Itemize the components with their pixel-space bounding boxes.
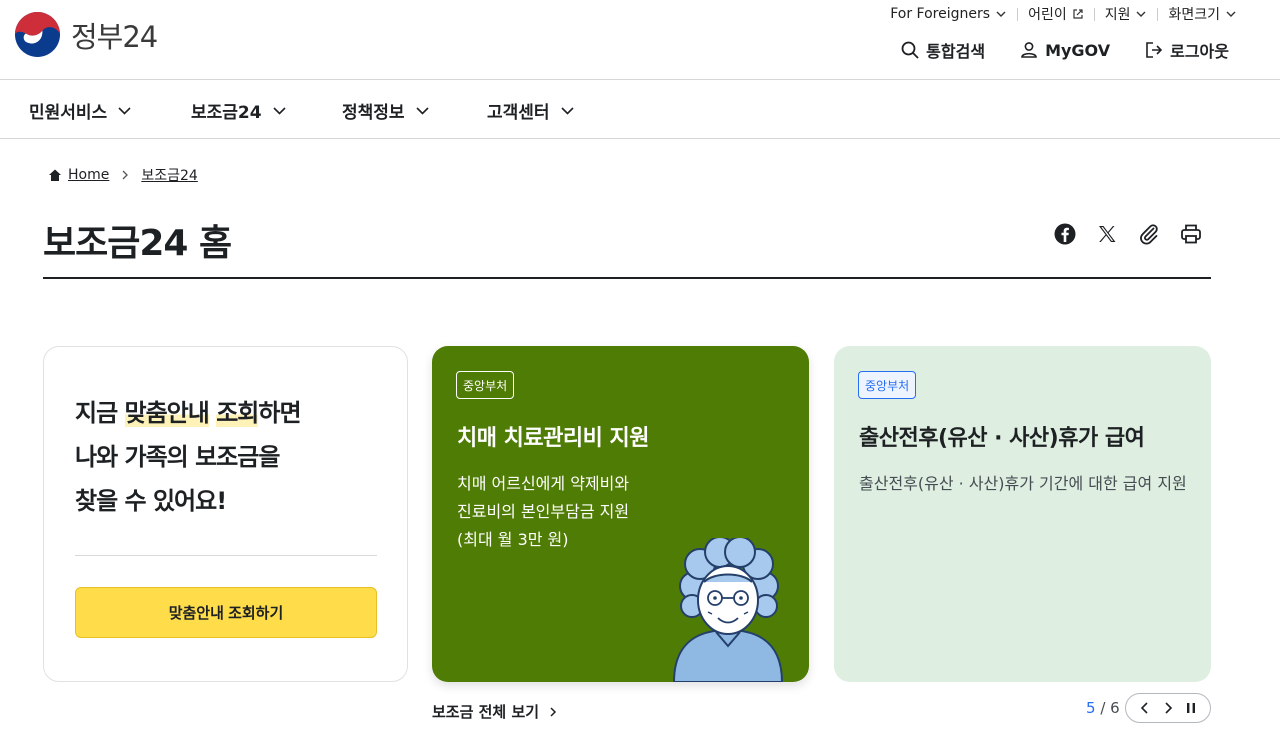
view-all-label: 보조금 전체 보기 (432, 703, 540, 721)
support-label: 지원 (1104, 7, 1131, 23)
chevron-down-icon (560, 107, 574, 115)
slide-controls (1125, 693, 1211, 723)
page-title: 보조금24 홈 (43, 223, 232, 264)
mygov-label: MyGOV (1045, 40, 1111, 60)
slide-total: / 6 (1100, 699, 1120, 717)
font-size-label: 화면크기 (1168, 7, 1220, 23)
support-menu[interactable]: 지원 (1105, 4, 1148, 24)
facebook-icon[interactable] (1053, 222, 1077, 246)
card-description-line: (최대 월 3만 원) (457, 530, 569, 549)
chevron-down-icon (1226, 11, 1236, 17)
card-description: 치매 어르신에게 약제비와 진료비의 본인부담금 지원 (최대 월 3만 원) (457, 470, 629, 554)
elderly-woman-illustration (672, 538, 784, 682)
slide-counter: 5 / 6 (1086, 699, 1120, 717)
nav-item-policy-info[interactable]: 정책정보 (342, 98, 430, 123)
next-slide-button[interactable] (1159, 699, 1177, 717)
slide-current: 5 (1086, 699, 1096, 717)
header-actions: 통합검색 MyGOV 로그아웃 (900, 38, 1229, 62)
nav-item-subsidy24[interactable]: 보조금24 (191, 98, 287, 123)
logout-icon (1146, 42, 1163, 58)
chevron-down-icon (415, 107, 429, 115)
divider (1157, 7, 1159, 21)
highlight-text: 맞춤안내 (124, 399, 210, 427)
card-description: 출산전후(유산 · 사산)휴가 기간에 대한 급여 지원 (859, 474, 1187, 493)
integrated-search-button[interactable]: 통합검색 (900, 38, 985, 62)
chevron-right-icon (1165, 702, 1173, 714)
divider (1017, 7, 1019, 21)
nav-item-customer-center[interactable]: 고객센터 (487, 98, 575, 123)
lead-text: 나와 가족의 보조금을 (75, 443, 280, 471)
share-tools (1053, 222, 1203, 246)
subsidy-card-maternity-leave[interactable]: 중앙부처 출산전후(유산 · 사산)휴가 급여 출산전후(유산 · 사산)휴가 … (834, 346, 1211, 682)
title-divider (43, 277, 1211, 279)
chevron-down-icon (118, 107, 131, 115)
divider (1093, 7, 1095, 21)
card-description-line: 치매 어르신에게 약제비와 (457, 474, 630, 493)
pause-icon (1186, 703, 1195, 713)
custom-guide-button[interactable]: 맞춤안내 조회하기 (75, 587, 377, 638)
chevron-right-icon (122, 170, 129, 180)
lead-text: 찾을 수 있어요! (75, 487, 227, 515)
government-emblem-icon (14, 11, 61, 58)
site-logo[interactable]: 정부24 (14, 11, 158, 58)
prev-slide-button[interactable] (1136, 699, 1154, 717)
nav-item-label: 보조금24 (191, 103, 262, 123)
chevron-down-icon (996, 11, 1006, 17)
logout-button[interactable]: 로그아웃 (1144, 38, 1229, 62)
breadcrumb-home-link[interactable]: Home (68, 167, 109, 183)
kids-link[interactable]: 어린이 (1028, 4, 1084, 24)
external-link-icon (1073, 9, 1083, 19)
highlight-text: 조회 (216, 399, 259, 427)
divider (75, 555, 377, 556)
link-icon[interactable] (1137, 222, 1161, 246)
view-all-subsidies-link[interactable]: 보조금 전체 보기 (432, 701, 559, 722)
pause-slide-button[interactable] (1182, 699, 1200, 717)
breadcrumb-current-link[interactable]: 보조금24 (141, 165, 197, 185)
chevron-down-icon (273, 107, 286, 115)
user-icon (1021, 42, 1037, 58)
font-size-menu[interactable]: 화면크기 (1168, 4, 1237, 24)
site-header: 정부24 For Foreigners 어린이 지원 화면크기 통합검색 MyG… (0, 0, 1280, 80)
lead-text: 하면 (258, 399, 301, 427)
custom-guide-message: 지금 맞춤안내 조회하면 나와 가족의 보조금을 찾을 수 있어요! (75, 391, 302, 523)
category-badge: 중앙부처 (456, 371, 515, 399)
utility-menu: For Foreigners 어린이 지원 화면크기 (890, 4, 1237, 24)
kids-label: 어린이 (1028, 7, 1067, 23)
nav-item-label: 고객센터 (487, 103, 550, 123)
lead-text: 지금 (75, 399, 125, 427)
x-icon[interactable] (1095, 222, 1119, 246)
nav-item-civil-service[interactable]: 민원서비스 (29, 98, 132, 123)
card-description-line: 진료비의 본인부담금 지원 (457, 502, 630, 521)
custom-guide-card: 지금 맞춤안내 조회하면 나와 가족의 보조금을 찾을 수 있어요! 맞춤안내 … (43, 346, 408, 682)
nav-item-label: 민원서비스 (29, 103, 108, 123)
breadcrumb: Home 보조금24 (48, 165, 198, 185)
nav-item-label: 정책정보 (342, 103, 405, 123)
subsidy-card-dementia[interactable]: 중앙부처 치매 치료관리비 지원 치매 어르신에게 약제비와 진료비의 본인부담… (432, 346, 809, 682)
card-title: 치매 치료관리비 지원 (457, 426, 649, 451)
mygov-button[interactable]: MyGOV (1019, 40, 1110, 60)
for-foreigners-menu[interactable]: For Foreigners (890, 6, 1007, 22)
chevron-left-icon (1141, 702, 1148, 714)
card-title: 출산전후(유산 · 사산)휴가 급여 (859, 426, 1145, 451)
chevron-down-icon (1136, 11, 1146, 17)
logo-text: 정부24 (71, 19, 158, 54)
search-icon (901, 41, 919, 59)
category-badge: 중앙부처 (858, 371, 917, 399)
home-icon (49, 169, 61, 181)
print-icon[interactable] (1179, 222, 1203, 246)
chevron-right-icon (550, 706, 557, 717)
for-foreigners-label: For Foreigners (890, 6, 991, 22)
logout-label: 로그아웃 (1170, 42, 1229, 61)
main-navigation: 민원서비스 보조금24 정책정보 고객센터 (0, 81, 1280, 139)
search-label: 통합검색 (926, 42, 986, 61)
